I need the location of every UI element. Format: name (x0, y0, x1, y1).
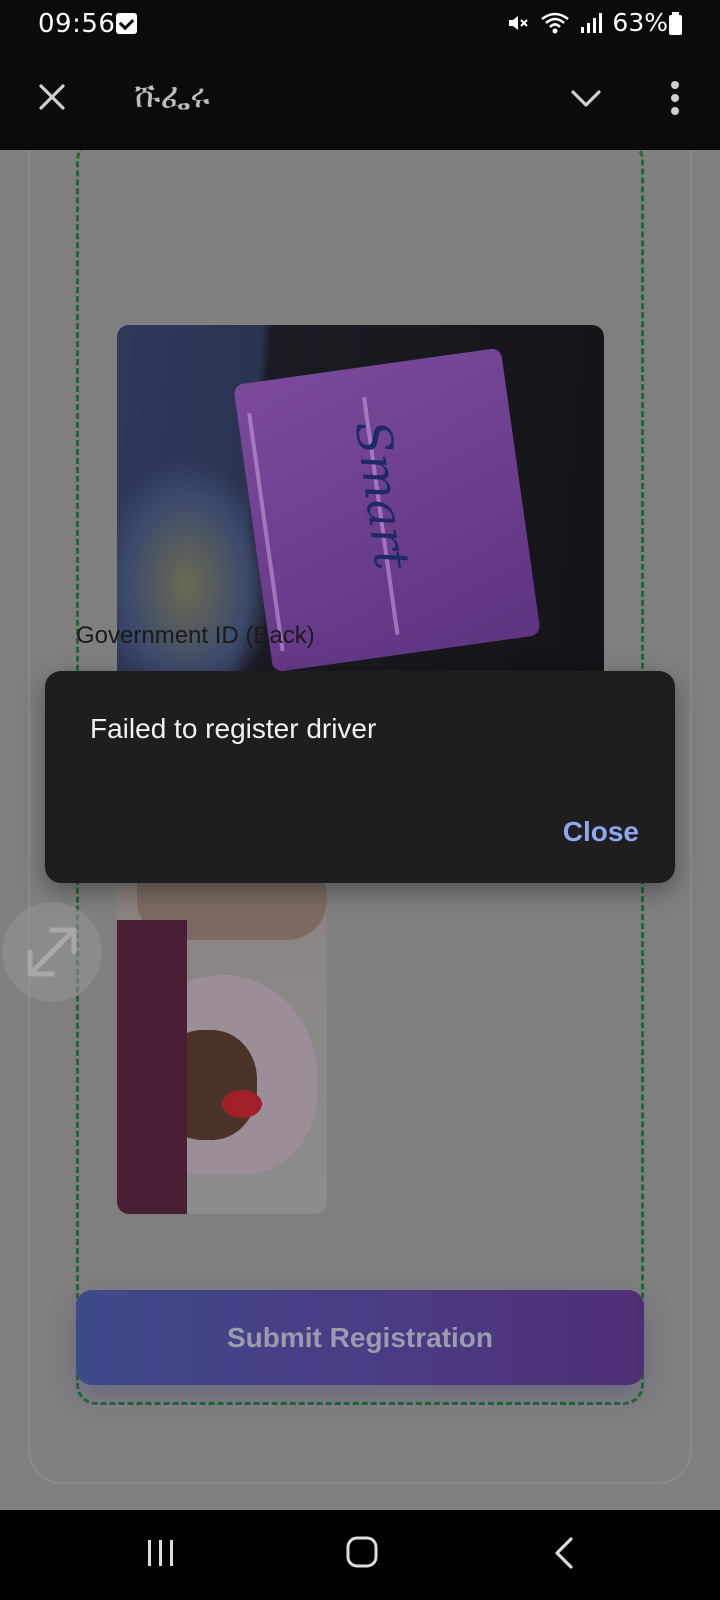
app-bar: ሹፌሩ (0, 50, 720, 150)
home-icon[interactable] (346, 1536, 378, 1568)
back-id-label: Government ID (Back) (76, 622, 315, 649)
system-nav-bar (0, 1510, 720, 1600)
app-title: ሹፌሩ (134, 76, 210, 116)
error-dialog: Failed to register driver Close (45, 671, 675, 883)
chevron-down-icon[interactable] (570, 88, 602, 110)
battery-icon (669, 12, 682, 35)
back-icon[interactable] (553, 1536, 575, 1570)
close-icon[interactable] (38, 83, 66, 111)
expand-icon (27, 927, 77, 977)
signal-icon (581, 12, 603, 33)
dialog-message: Failed to register driver (90, 713, 377, 744)
expand-float-button[interactable] (2, 902, 102, 1002)
battery-percentage: 63% (612, 8, 668, 37)
more-vert-icon[interactable] (668, 80, 682, 116)
submit-registration-button[interactable]: Submit Registration (76, 1290, 644, 1385)
notification-check-icon (116, 13, 137, 34)
back-id-photo (117, 880, 327, 1214)
status-bar: 09:56 63% (0, 0, 720, 50)
recents-icon[interactable] (145, 1538, 177, 1568)
dialog-close-button[interactable]: Close (563, 816, 639, 848)
status-icons: 63% (506, 8, 668, 37)
wifi-icon (541, 12, 570, 33)
mute-icon (509, 15, 529, 30)
status-time: 09:56 (38, 9, 116, 39)
